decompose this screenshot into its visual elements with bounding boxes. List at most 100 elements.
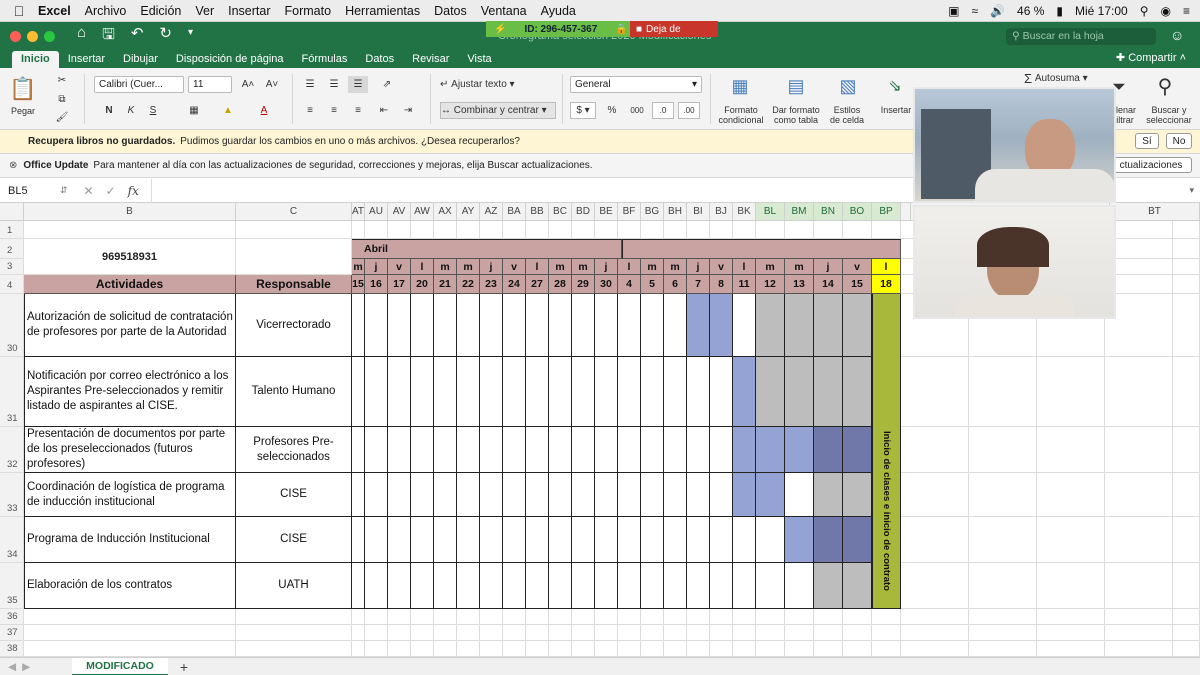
cell[interactable] xyxy=(457,625,480,641)
gantt-cell[interactable] xyxy=(641,517,664,563)
gantt-cell[interactable] xyxy=(664,473,687,517)
gantt-cell[interactable] xyxy=(549,563,572,609)
cell[interactable] xyxy=(843,221,872,239)
day-letter[interactable]: v xyxy=(503,259,526,275)
gantt-cell[interactable] xyxy=(572,473,595,517)
recover-no-button[interactable]: No xyxy=(1166,133,1192,149)
bold-icon[interactable]: N xyxy=(100,102,118,119)
copy-icon[interactable]: ⧉ xyxy=(52,90,72,108)
gantt-cell[interactable] xyxy=(595,563,618,609)
day-letter[interactable]: l xyxy=(618,259,641,275)
cell[interactable] xyxy=(365,609,388,625)
cell[interactable] xyxy=(843,609,872,625)
gantt-cell[interactable] xyxy=(457,357,480,427)
cell[interactable] xyxy=(843,641,872,657)
gantt-cell[interactable] xyxy=(785,473,814,517)
cell[interactable] xyxy=(969,625,1037,641)
gantt-cell[interactable] xyxy=(503,294,526,357)
cell[interactable] xyxy=(572,609,595,625)
gantt-cell[interactable] xyxy=(814,563,843,609)
day-letter[interactable]: l xyxy=(872,259,901,275)
row-header[interactable]: 1 xyxy=(0,221,24,239)
column-header[interactable]: BI xyxy=(687,203,710,221)
row-header[interactable]: 30 xyxy=(0,294,24,357)
gantt-cell[interactable] xyxy=(641,563,664,609)
cell[interactable] xyxy=(365,221,388,239)
cell[interactable] xyxy=(687,221,710,239)
cell[interactable] xyxy=(1037,563,1105,609)
gantt-cell[interactable] xyxy=(480,563,503,609)
cell[interactable] xyxy=(687,609,710,625)
cell[interactable] xyxy=(1105,427,1173,473)
notification-icon[interactable]: ≡ xyxy=(1183,4,1190,18)
font-size-select[interactable]: 11 xyxy=(188,76,232,93)
gantt-cell[interactable] xyxy=(664,357,687,427)
cell[interactable] xyxy=(388,221,411,239)
column-header[interactable]: BT xyxy=(1110,203,1200,221)
row-header[interactable]: 32 xyxy=(0,427,24,473)
cell[interactable] xyxy=(24,641,236,657)
cell[interactable] xyxy=(1173,517,1200,563)
cell[interactable] xyxy=(526,625,549,641)
cell[interactable] xyxy=(687,625,710,641)
cell[interactable] xyxy=(664,221,687,239)
month-header[interactable]: Abril xyxy=(352,239,622,259)
gantt-cell[interactable] xyxy=(480,517,503,563)
battery-icon[interactable]: ▮ xyxy=(1056,4,1063,18)
cell[interactable] xyxy=(480,641,503,657)
gantt-cell[interactable] xyxy=(785,294,814,357)
gantt-cell[interactable] xyxy=(549,517,572,563)
cell[interactable] xyxy=(365,641,388,657)
cell[interactable] xyxy=(388,625,411,641)
grow-font-icon[interactable]: A˄ xyxy=(238,76,258,93)
cell[interactable] xyxy=(1037,625,1105,641)
cell[interactable] xyxy=(1173,625,1200,641)
cell[interactable] xyxy=(503,609,526,625)
cell[interactable] xyxy=(352,641,365,657)
cell[interactable] xyxy=(733,221,756,239)
gantt-cell[interactable] xyxy=(549,357,572,427)
cell[interactable] xyxy=(641,221,664,239)
borders-icon[interactable]: ▦ xyxy=(182,102,206,119)
apple-icon[interactable]:  xyxy=(0,3,38,19)
cell[interactable] xyxy=(641,641,664,657)
day-letter[interactable]: l xyxy=(733,259,756,275)
gantt-cell[interactable] xyxy=(664,563,687,609)
cell[interactable] xyxy=(411,609,434,625)
gantt-cell[interactable] xyxy=(457,517,480,563)
cell[interactable] xyxy=(1173,427,1200,473)
cell[interactable] xyxy=(1173,221,1200,239)
cell[interactable] xyxy=(365,625,388,641)
gantt-cell[interactable] xyxy=(733,357,756,427)
day-number[interactable]: 24 xyxy=(503,275,526,294)
save-icon[interactable]: 🖫 xyxy=(102,24,115,49)
gantt-cell[interactable] xyxy=(814,517,843,563)
phone-cell[interactable]: 969518931 xyxy=(24,239,236,275)
cell[interactable] xyxy=(969,357,1037,427)
column-header[interactable]: AY xyxy=(457,203,480,221)
gantt-cell[interactable] xyxy=(687,473,710,517)
gantt-cell[interactable] xyxy=(814,294,843,357)
gantt-cell[interactable] xyxy=(526,427,549,473)
gantt-cell[interactable] xyxy=(756,294,785,357)
cell[interactable] xyxy=(526,221,549,239)
day-letter[interactable]: m xyxy=(664,259,687,275)
tab-dibujar[interactable]: Dibujar xyxy=(114,51,167,68)
responsible-cell[interactable]: Profesores Pre-seleccionados xyxy=(236,427,352,473)
gantt-cell[interactable] xyxy=(434,563,457,609)
zoom-window-button[interactable] xyxy=(44,30,55,42)
gantt-cell[interactable] xyxy=(503,517,526,563)
gantt-cell[interactable] xyxy=(618,427,641,473)
cell[interactable] xyxy=(572,641,595,657)
tab-disposicion[interactable]: Disposición de página xyxy=(167,51,293,68)
paste-icon[interactable]: 📋 xyxy=(8,74,38,104)
gantt-cell[interactable] xyxy=(526,517,549,563)
gantt-cell[interactable] xyxy=(595,294,618,357)
gantt-cell[interactable] xyxy=(572,357,595,427)
cell[interactable] xyxy=(352,221,365,239)
gantt-cell[interactable] xyxy=(710,473,733,517)
orientation-icon[interactable]: ⇗ xyxy=(374,76,400,93)
sheet-nav-arrows[interactable]: ◀▶ xyxy=(8,661,36,673)
cell[interactable] xyxy=(969,641,1037,657)
cell[interactable] xyxy=(1105,517,1173,563)
